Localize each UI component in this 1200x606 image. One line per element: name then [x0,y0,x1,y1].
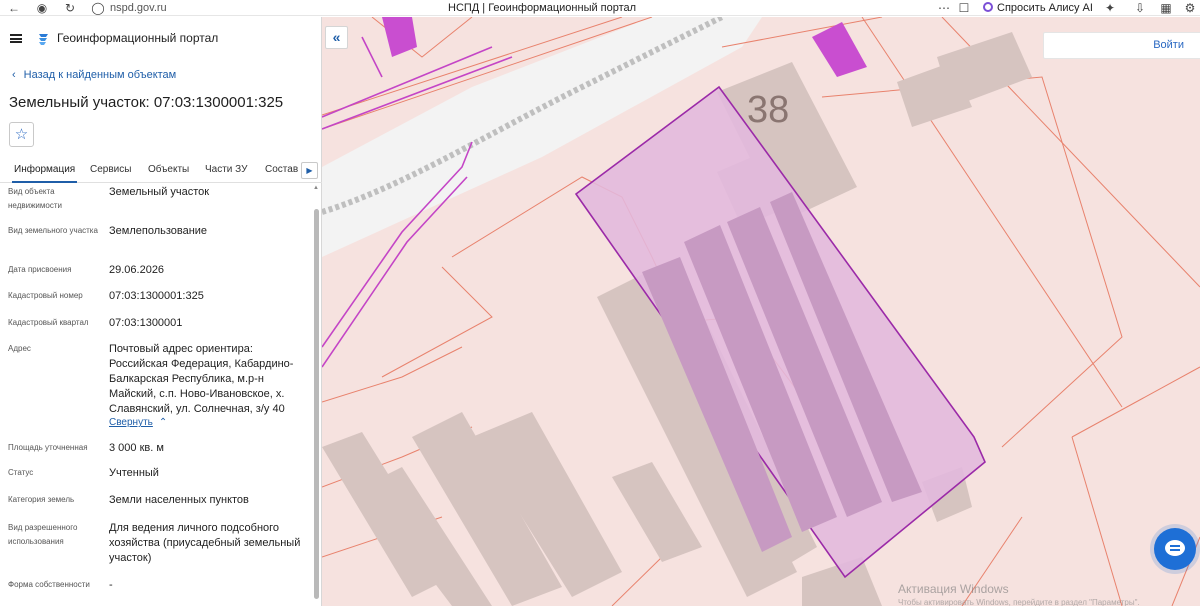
portal-title[interactable]: Геоинформационный портал [57,31,218,45]
tab-title: НСПД | Геоинформационный портал [448,2,637,14]
yandex-icon[interactable]: ◉ [34,0,50,16]
field-value: 07:03:1300001:325 [109,290,204,302]
collapse-label: Свернуть [109,417,153,428]
field-label: Кадастровый квартал [8,318,89,327]
field-label: Вид объекта недвижимости [8,187,62,210]
top-nav: Геоинформационный портал [0,17,322,61]
field-value: Почтовый адрес ориентира: Российская Фед… [109,343,294,415]
scroll-up-arrow-icon[interactable]: ▲ [313,185,319,191]
more-icon[interactable]: ⋯ [936,0,952,16]
favorite-button[interactable]: ☆ [9,122,34,147]
chevron-up-icon: ⌃ [158,417,168,428]
bookmark-icon[interactable]: ☐ [956,0,972,16]
back-link-label: Назад к найденным объектам [23,69,177,81]
menu-icon[interactable] [10,34,22,43]
field-label: Площадь уточненная [8,443,88,452]
field-label: Вид разрешенного использования [8,523,78,546]
chat-icon [1165,540,1185,556]
field-value: 3 000 кв. м [109,442,164,454]
map-canvas[interactable]: 38 [322,17,1200,606]
marker-top-left [382,17,417,57]
tabs-scroll-right-button[interactable]: ▶ [301,162,318,179]
field-label: Вид земельного участка [8,226,98,235]
portal-logo-icon [39,34,48,45]
chevron-left-icon: ‹ [12,69,16,81]
field-value: 29.06.2026 [109,264,165,276]
map-view[interactable]: 38 « Войти Активация Windows Чтобы актив… [322,17,1200,606]
field-value: 07:03:1300001 [109,317,183,329]
collapse-address-link[interactable]: Свернуть ⌃ [109,417,167,428]
field-label: Адрес [8,344,31,353]
windows-watermark-title: Активация Windows [898,582,1009,596]
tab-bar: Информация Сервисы Объекты Части ЗУ Сост… [0,158,322,183]
info-sidebar: Геоинформационный портал ‹ Назад к найден… [0,17,322,606]
tab-composition[interactable]: Состав [265,164,298,175]
field-value: Для ведения личного подсобного хозяйства… [109,522,301,564]
field-value: - [109,579,113,591]
field-label: Категория земель [8,495,75,504]
download-icon[interactable]: ⇩ [1132,0,1148,16]
info-list: Вид объекта недвижимости Земельный участ… [0,185,312,606]
field-value: Землепользование [109,225,208,237]
tab-objects[interactable]: Объекты [148,164,189,175]
field-value: Земли населенных пунктов [109,494,249,506]
alice-button[interactable]: Спросить Алису AI [983,0,1093,16]
alice-icon [983,2,993,12]
field-label: Форма собственности [8,580,90,589]
address-bar[interactable]: nspd.gov.ru [110,0,167,16]
extension-icon[interactable]: ✦ [1102,0,1118,16]
page-title: Земельный участок: 07:03:1300001:325 [9,94,284,111]
back-arrow-icon[interactable]: ← [6,0,22,16]
field-value: Учтенный [109,467,159,479]
alice-label: Спросить Алису AI [997,2,1093,14]
windows-watermark-subtitle: Чтобы активировать Windows, перейдите в … [898,598,1140,606]
field-label: Кадастровый номер [8,291,83,300]
browser-bar: ← ◉ ↻ ◯ nspd.gov.ru НСПД | Геоинформацио… [0,0,1200,16]
field-value: Земельный участок [109,186,210,198]
star-icon: ☆ [14,126,29,143]
scrollbar-thumb[interactable] [314,209,319,599]
chat-button[interactable] [1154,528,1196,570]
site-info-icon[interactable]: ◯ [90,0,106,16]
login-box: Войти [1043,32,1200,59]
marker-top-right [812,22,867,77]
house-number: 38 [747,89,789,131]
field-label: Дата присвоения [8,265,72,274]
collapse-panel-button[interactable]: « [325,26,348,49]
settings-icon[interactable]: ⚙ [1182,0,1198,16]
login-button[interactable]: Войти [1153,39,1184,51]
tab-services[interactable]: Сервисы [90,164,131,175]
tab-info[interactable]: Информация [11,164,78,183]
tab-parts[interactable]: Части ЗУ [205,164,247,175]
field-label: Статус [8,468,34,477]
puzzle-icon[interactable]: ▦ [1158,0,1174,16]
sidebar-scrollbar[interactable]: ▲ [313,185,319,606]
back-to-results-link[interactable]: ‹ Назад к найденным объектам [12,69,176,81]
reload-icon[interactable]: ↻ [62,0,78,16]
